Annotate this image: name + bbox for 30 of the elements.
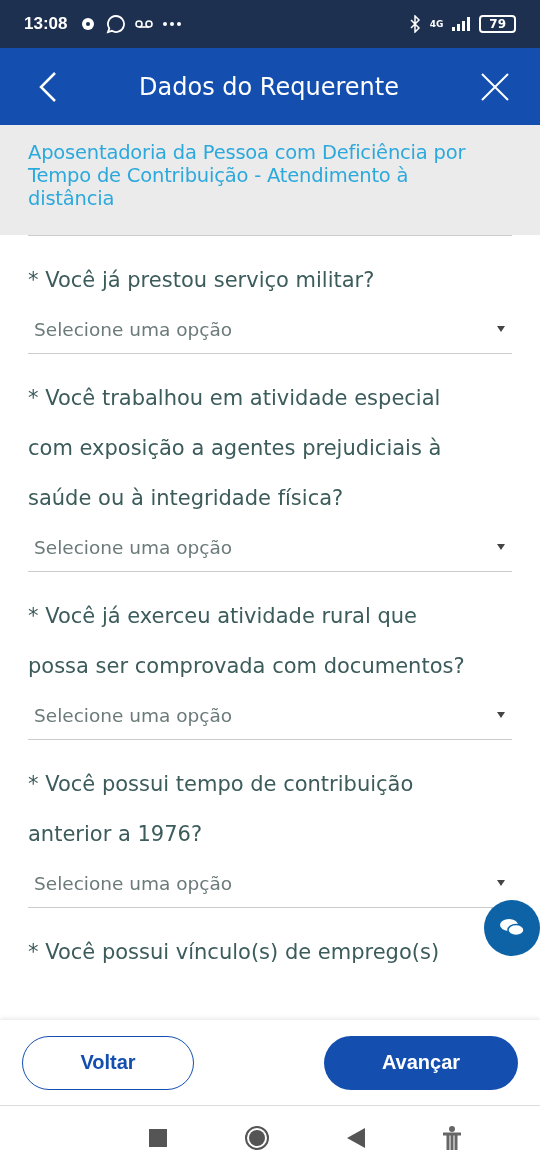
home-icon[interactable] [243,1125,270,1151]
battery-indicator: 79 [479,15,516,33]
select-field[interactable]: Selecione uma opção [28,523,512,572]
caret-icon [496,543,506,551]
question-label: * Você possui vínculo(s) de emprego(s) [28,939,441,966]
question-label: * Você possui tempo de contribuição anterior a 1976? [28,771,415,848]
question-label: * Você já prestou serviço militar? [28,267,376,294]
back-text-button[interactable]: Voltar [22,1035,194,1090]
question-label: * Você trabalhou em atividade especial com exposição a agentes prejudiciais à saúde ou à integridade física? [28,385,443,512]
network-label: 4G [429,19,444,29]
speech-bubbles-icon [498,917,526,939]
voicemail-icon [135,18,154,30]
next-button[interactable]: Avançar [324,1035,518,1090]
recents-icon[interactable] [148,1129,167,1147]
caret-icon [496,325,506,333]
caret-icon [496,711,506,719]
service-title: Aposentadoria da Pessoa com Deficiência por Tempo de Contribuição - Atendimento à distância [28,141,467,210]
bluetooth-icon [408,15,421,33]
chat-bubble-icon [106,14,127,34]
signal-icon [452,17,471,31]
select-field[interactable]: Selecione uma opção [28,691,512,740]
question-label: * Você já exerceu atividade rural que possa ser comprovada com documentos? [28,603,466,680]
select-field[interactable]: Selecione uma opção [28,305,512,354]
back-icon[interactable] [346,1128,365,1148]
clock-time: 13:08 [24,14,68,34]
more-icon [162,21,183,27]
page-title: Dados do Requerente [139,72,399,101]
accessibility-icon[interactable] [441,1126,462,1150]
caret-icon [496,879,506,887]
chat-button[interactable] [484,900,540,956]
